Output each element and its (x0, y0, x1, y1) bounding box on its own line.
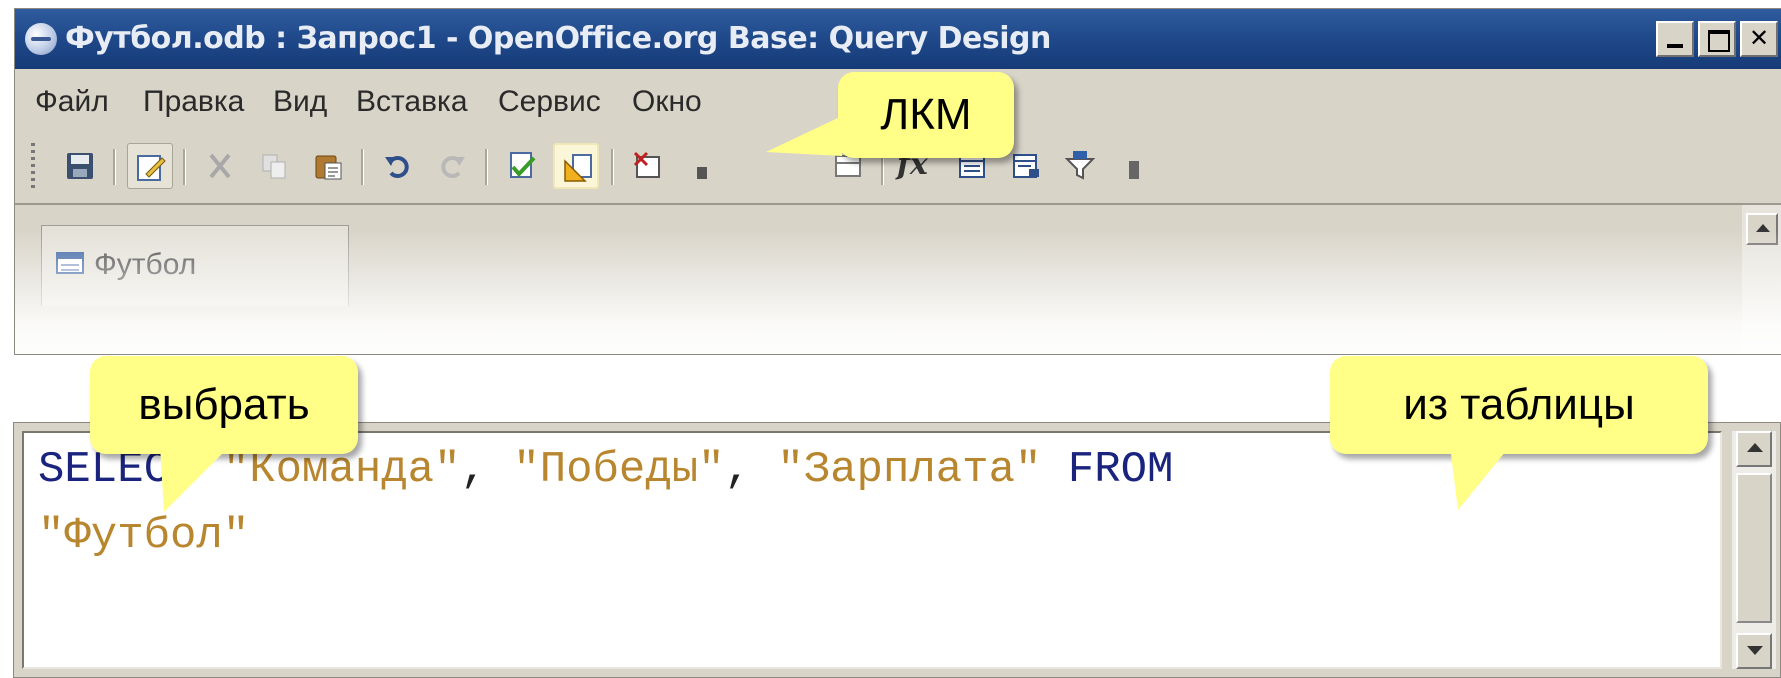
sql-token-punct: , (460, 445, 514, 495)
callout-select: выбрать (90, 356, 358, 454)
paste-icon (315, 155, 342, 180)
toolbar-dropdown-button[interactable] (679, 143, 725, 189)
undo-icon (385, 156, 409, 178)
callout-lkm: ЛКМ (838, 72, 1014, 158)
chevron-down-icon (697, 167, 707, 179)
menu-file[interactable]: Файл (35, 85, 109, 119)
run-query-button[interactable] (499, 143, 545, 189)
title-bar: Футбол.odb : Запрос1 - OpenOffice.org Ba… (15, 9, 1781, 69)
table-window-futbol[interactable]: Футбол (41, 225, 349, 306)
scroll-up-button[interactable] (1736, 431, 1772, 467)
copy-icon (262, 154, 286, 179)
openoffice-logo-icon (25, 23, 57, 55)
sql-token-space (1041, 445, 1067, 495)
sql-token-keyword: FROM (1067, 445, 1174, 495)
save-button[interactable] (57, 143, 103, 189)
query-design-window: Футбол.odb : Запрос1 - OpenOffice.org Ba… (14, 8, 1781, 355)
callout-from-table-pointer (1450, 446, 1510, 510)
paste-button[interactable] (305, 143, 351, 189)
table-window-title: Футбол (94, 248, 197, 281)
scroll-down-button[interactable] (1736, 633, 1772, 669)
menu-insert[interactable]: Вставка (356, 85, 468, 119)
distinct-values-button[interactable] (1057, 143, 1103, 189)
tables-panel-scrollbar[interactable] (1742, 205, 1781, 354)
save-icon (67, 153, 93, 179)
sql-line-2: "Футбол" (38, 511, 250, 561)
sql-token-string: "Победы" (513, 445, 725, 495)
redo-icon (441, 156, 465, 178)
minimize-button[interactable] (1656, 21, 1694, 57)
edit-mode-button[interactable] (127, 143, 173, 189)
callout-select-pointer (160, 446, 230, 512)
undo-button[interactable] (375, 143, 421, 189)
alias-icon (1013, 154, 1039, 178)
sql-token-string: "Зарплата" (777, 445, 1042, 495)
menu-view[interactable]: Вид (273, 85, 327, 119)
run-query-icon (510, 152, 536, 178)
cut-icon (209, 153, 231, 179)
close-button[interactable]: ✕ (1740, 21, 1778, 57)
design-view-toggle-button[interactable] (553, 143, 599, 189)
callout-lkm-pointer (766, 116, 842, 156)
distinct-values-icon (1065, 151, 1095, 180)
copy-button[interactable] (251, 143, 297, 189)
chevron-down-icon (1129, 161, 1139, 179)
scroll-thumb[interactable] (1736, 473, 1772, 623)
callout-from-table: из таблицы (1330, 356, 1708, 454)
add-table-button[interactable] (625, 143, 671, 189)
table-icon (56, 252, 84, 274)
design-view-icon (564, 154, 592, 182)
toolbar-grip[interactable] (31, 143, 35, 191)
redo-button[interactable] (429, 143, 475, 189)
window-title: Футбол.odb : Запрос1 - OpenOffice.org Ba… (65, 21, 1051, 56)
sql-scrollbar[interactable] (1732, 431, 1776, 669)
maximize-button[interactable] (1698, 21, 1736, 57)
sql-token-punct: , (724, 445, 778, 495)
toolbar-more-button[interactable] (1111, 143, 1157, 189)
menu-edit[interactable]: Правка (143, 85, 244, 119)
tables-panel: Футбол (15, 203, 1781, 354)
edit-mode-icon (137, 155, 166, 181)
scroll-up-button[interactable] (1746, 213, 1778, 245)
menu-window[interactable]: Окно (632, 85, 702, 119)
add-table-icon (633, 151, 660, 178)
menu-tools[interactable]: Сервис (498, 85, 601, 119)
cut-button[interactable] (197, 143, 243, 189)
